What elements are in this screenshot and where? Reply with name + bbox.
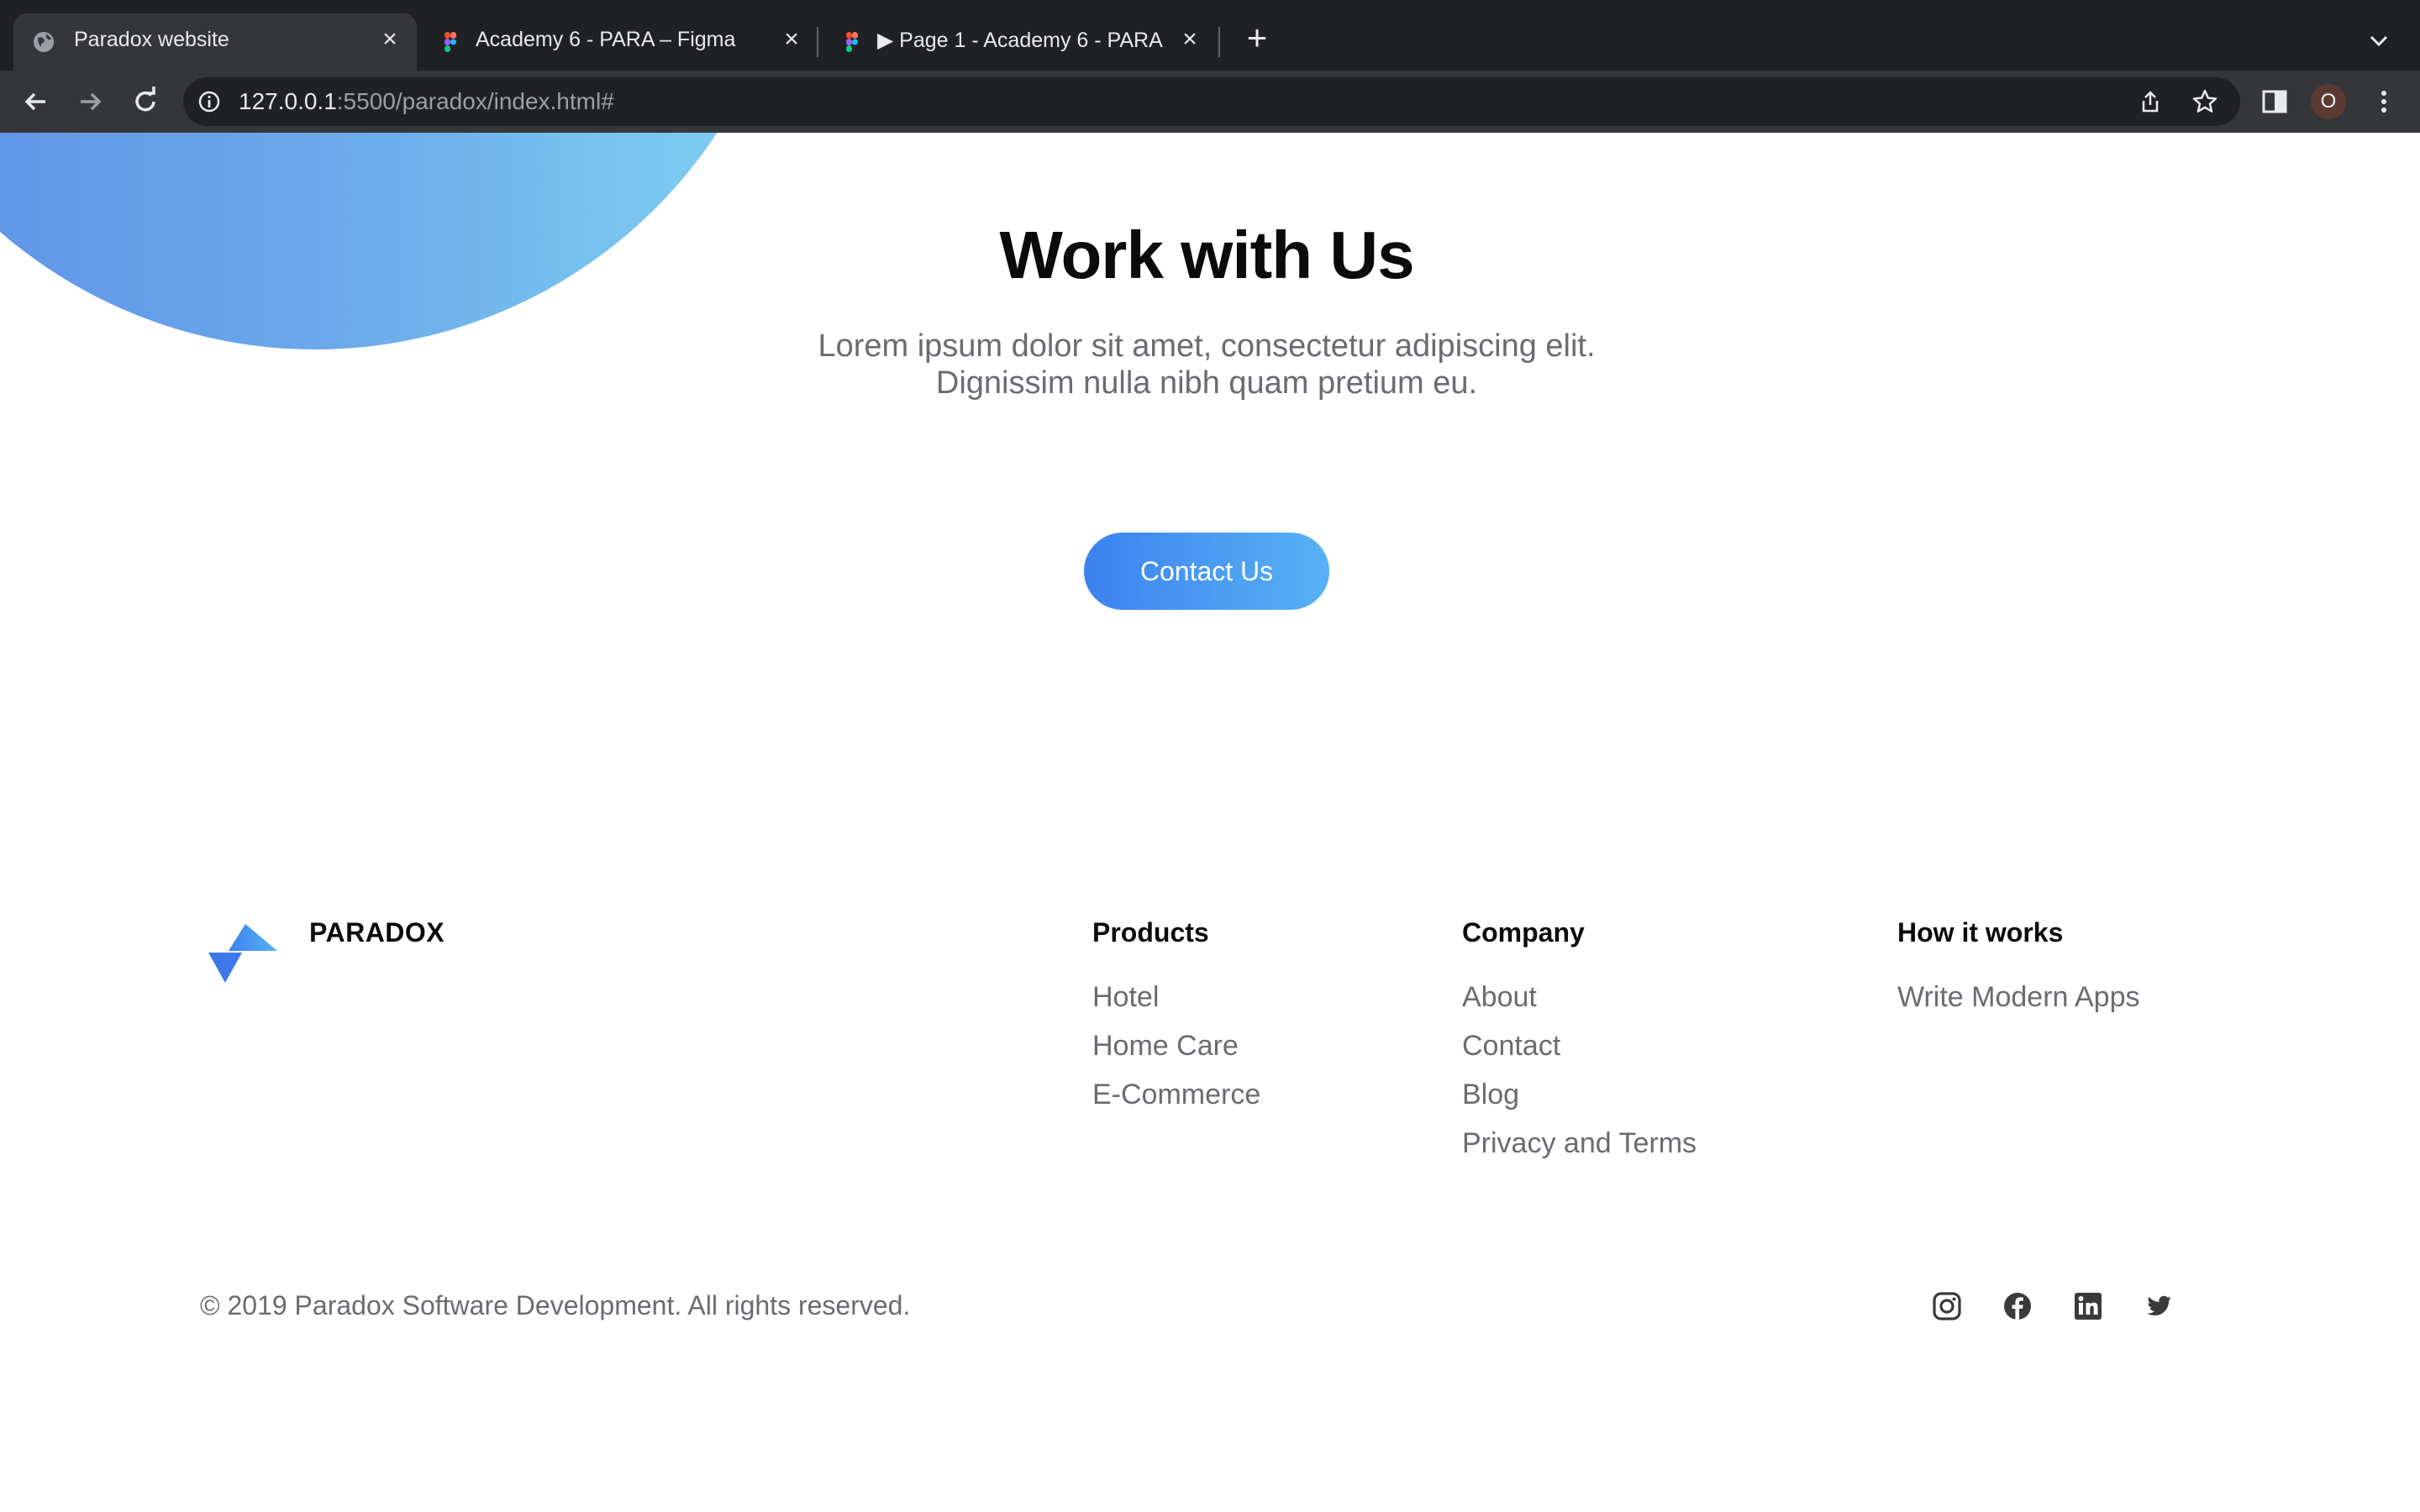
tab-title: Academy 6 - PARA – Figma [476, 28, 736, 51]
reload-icon[interactable] [128, 84, 163, 119]
url-path: :5500/paradox/index.html# [336, 88, 614, 114]
footer-link-write-modern-apps[interactable]: Write Modern Apps [1897, 981, 2140, 1014]
tab-title: Paradox website [74, 28, 229, 51]
page-viewport: Work with Us Lorem ipsum dolor sit amet,… [0, 133, 2420, 1512]
browser-tab-strip: Paradox website × Academy 6 - PARA – Fig… [0, 0, 2420, 71]
share-icon[interactable] [2138, 89, 2163, 114]
address-bar[interactable]: 127.0.0.1:5500/paradox/index.html# [183, 77, 2240, 126]
site-info-icon[interactable] [197, 89, 222, 114]
figma-icon [445, 32, 456, 52]
tab-separator [817, 27, 818, 57]
section-title: Work with Us [999, 218, 1414, 292]
footer-brand-name: PARADOX [309, 917, 445, 948]
close-tab-icon[interactable]: × [776, 24, 807, 55]
back-arrow-icon[interactable] [18, 84, 54, 119]
url-text: 127.0.0.1:5500/paradox/index.html# [239, 88, 614, 115]
new-tab-button[interactable]: + [1240, 20, 1274, 55]
footer-heading-products: Products [1092, 917, 1209, 948]
footer-link-hotel[interactable]: Hotel [1092, 981, 1159, 1014]
footer-link-home-care[interactable]: Home Care [1092, 1030, 1239, 1063]
subtitle-line-2: Dignissim nulla nibh quam pretium eu. [935, 365, 1478, 401]
footer-link-about[interactable]: About [1462, 981, 1537, 1014]
tab-separator [1218, 27, 1220, 57]
tab-figma-page[interactable]: ▶ Page 1 - Academy 6 - PARA × [822, 13, 1218, 71]
bookmark-star-icon[interactable] [2191, 88, 2218, 115]
facebook-icon[interactable] [2002, 1290, 2033, 1322]
footer-link-privacy-terms[interactable]: Privacy and Terms [1462, 1127, 1697, 1160]
footer-link-blog[interactable]: Blog [1462, 1079, 1519, 1111]
section-subtitle: Lorem ipsum dolor sit amet, consectetur … [0, 328, 2413, 402]
paradox-logo-icon[interactable] [208, 924, 279, 984]
tab-search-chevron-icon[interactable] [2366, 29, 2391, 54]
tab-figma-file[interactable]: Academy 6 - PARA – Figma × [420, 13, 818, 71]
profile-avatar[interactable]: O [2311, 84, 2346, 119]
footer-link-e-commerce[interactable]: E-Commerce [1092, 1079, 1260, 1111]
copyright-text: © 2019 Paradox Software Development. All… [200, 1290, 911, 1320]
browser-toolbar: 127.0.0.1:5500/paradox/index.html# O [0, 71, 2420, 133]
footer-link-contact[interactable]: Contact [1462, 1030, 1560, 1063]
tab-title: ▶ Page 1 - Academy 6 - PARA [877, 29, 1163, 52]
close-tab-icon[interactable]: × [1175, 24, 1205, 55]
instagram-icon[interactable] [1931, 1290, 1963, 1322]
footer-heading-company: Company [1462, 917, 1585, 948]
figma-icon [846, 32, 858, 52]
globe-icon [34, 32, 54, 52]
tab-paradox-website[interactable]: Paradox website × [13, 13, 417, 71]
forward-arrow-icon[interactable] [72, 84, 108, 119]
side-panel-icon[interactable] [2257, 84, 2292, 119]
close-tab-icon[interactable]: × [375, 24, 405, 55]
twitter-icon[interactable] [2143, 1290, 2175, 1322]
subtitle-line-1: Lorem ipsum dolor sit amet, consectetur … [818, 328, 1596, 364]
contact-us-button[interactable]: Contact Us [1084, 533, 1329, 610]
url-host: 127.0.0.1 [239, 88, 337, 114]
linkedin-icon[interactable] [2072, 1290, 2104, 1322]
more-menu-icon[interactable] [2366, 84, 2402, 119]
footer-heading-how-it-works: How it works [1897, 917, 2064, 948]
